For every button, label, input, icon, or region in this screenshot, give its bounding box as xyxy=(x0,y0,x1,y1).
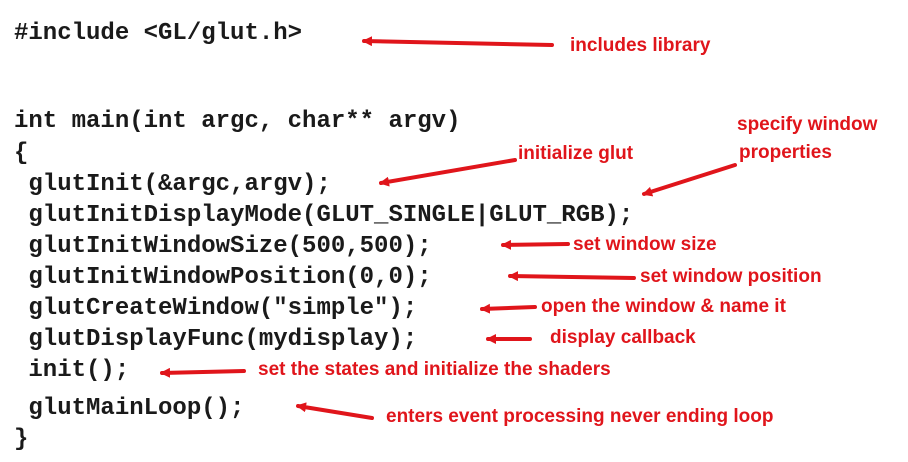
arrow-glutinit xyxy=(379,158,517,187)
arrow-init xyxy=(160,367,246,378)
annotation-arrows xyxy=(160,36,737,420)
arrow-window-position xyxy=(508,271,636,282)
arrow-create-window xyxy=(480,303,537,314)
arrow-includes xyxy=(362,36,554,47)
arrow-window-properties xyxy=(642,163,737,197)
arrow-window-size xyxy=(501,239,570,250)
arrow-main-loop xyxy=(296,402,374,420)
